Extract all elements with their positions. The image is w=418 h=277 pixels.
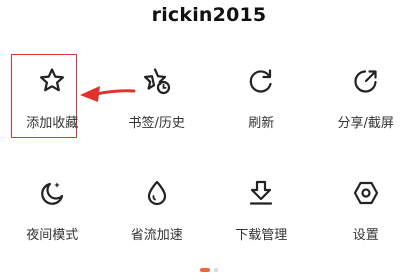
menu-row-2: 夜间模式 省流加速 下载管理 设置 [0,158,418,270]
refresh-button[interactable]: 刷新 [209,46,314,158]
moon-icon [37,178,67,208]
bookmarks-history-label: 书签/历史 [128,116,185,131]
page-indicator [0,259,418,277]
menu-grid: 添加收藏 书签/历史 刷新 分享/截屏 夜间模式 省流加速 下载管理 设置 [0,46,418,270]
menu-row-1: 添加收藏 书签/历史 刷新 分享/截屏 [0,46,418,158]
star-icon [37,66,67,96]
add-favorite-label: 添加收藏 [26,116,79,131]
share-screenshot-button[interactable]: 分享/截屏 [314,46,418,158]
download-icon [246,178,276,208]
download-manager-button[interactable]: 下载管理 [209,158,314,270]
data-saver-button[interactable]: 省流加速 [105,158,210,270]
settings-button[interactable]: 设置 [314,158,418,270]
settings-label: 设置 [352,228,379,243]
username-title: rickin2015 [151,4,267,26]
annotation-arrow-icon [80,86,136,102]
night-mode-button[interactable]: 夜间模式 [0,158,105,270]
share-icon [351,66,381,96]
data-saver-label: 省流加速 [130,228,183,243]
page-dot [214,267,218,272]
share-screenshot-label: 分享/截屏 [337,116,394,131]
refresh-icon [246,66,276,96]
star-clock-icon [142,66,172,96]
night-mode-label: 夜间模式 [26,228,79,243]
drop-icon [142,178,172,208]
page-dot-active [200,267,210,272]
browser-menu-panel: rickin2015 添加收藏 书签/历史 刷新 分享/截屏 夜间模式 省流加速… [0,0,418,277]
refresh-label: 刷新 [248,116,275,131]
download-manager-label: 下载管理 [235,228,288,243]
settings-icon [351,178,381,208]
